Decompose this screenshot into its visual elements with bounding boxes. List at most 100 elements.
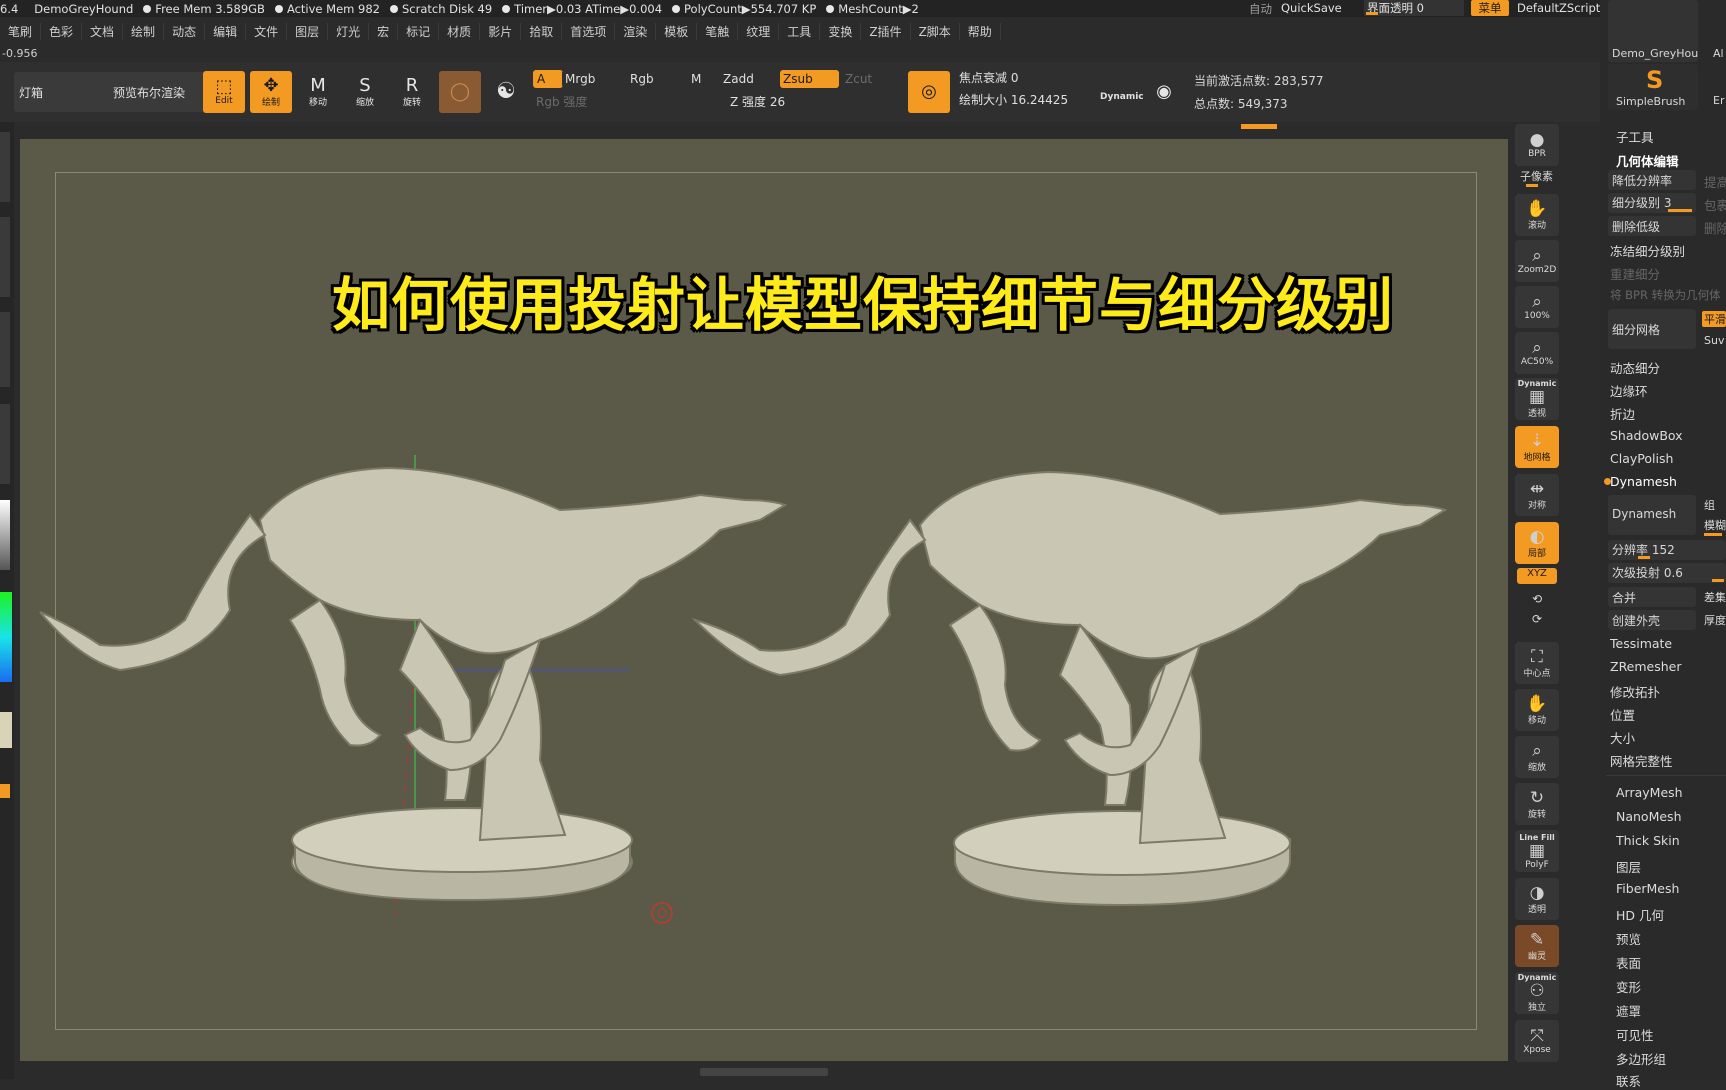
dog-hind-leg bbox=[288, 598, 382, 747]
xpose-icon: ⤧ bbox=[1530, 1026, 1544, 1046]
scale-view-button[interactable]: ⌕ 缩放 bbox=[1515, 736, 1559, 778]
fibermesh-header[interactable]: FiberMesh bbox=[1616, 881, 1679, 896]
higher-res-button[interactable]: 提高 bbox=[1704, 172, 1726, 191]
modify-topology-header[interactable]: 修改拓扑 bbox=[1610, 682, 1660, 701]
preview-header[interactable]: 预览 bbox=[1616, 929, 1641, 948]
polyframe-button[interactable]: Line Fill ▦ PolyF bbox=[1515, 830, 1559, 872]
transparent-icon: ◑ bbox=[1529, 882, 1545, 903]
panel-divider bbox=[1606, 775, 1726, 776]
tessimate-header[interactable]: Tessimate bbox=[1610, 636, 1672, 651]
add-button[interactable]: 合并 bbox=[1608, 587, 1696, 607]
symmetry-icon: ⇹ bbox=[1529, 478, 1545, 499]
greyhound-model-right[interactable] bbox=[691, 470, 1448, 907]
cage-button[interactable]: 包裹 bbox=[1704, 195, 1726, 214]
blur-slider[interactable]: 模糊 bbox=[1704, 517, 1726, 533]
dynamesh-header[interactable]: Dynamesh bbox=[1610, 474, 1677, 489]
cursor-ring-icon bbox=[651, 902, 673, 924]
zoom-icon: ⌕ bbox=[1532, 338, 1542, 358]
tool-thumb-simplebrush[interactable]: S SimpleBrush bbox=[1608, 64, 1698, 110]
size-header[interactable]: 大小 bbox=[1610, 728, 1635, 747]
tool-thumb-greyhound[interactable]: Demo_GreyHou bbox=[1608, 0, 1698, 62]
arraymesh-header[interactable]: ArrayMesh bbox=[1616, 785, 1683, 800]
subtool-header[interactable]: 子工具 bbox=[1616, 127, 1654, 146]
geometry-header[interactable]: 几何体编辑 bbox=[1616, 151, 1679, 170]
base-top bbox=[291, 807, 633, 873]
contact-header[interactable]: 联系 bbox=[1616, 1071, 1641, 1090]
blur-knob[interactable] bbox=[1704, 533, 1722, 536]
thickskin-header[interactable]: Thick Skin bbox=[1616, 833, 1680, 848]
nanomesh-header[interactable]: NanoMesh bbox=[1616, 809, 1682, 824]
spix-label[interactable]: 子像素 bbox=[1520, 168, 1553, 184]
simplebrush-icon: S bbox=[1646, 66, 1664, 94]
floor-icon: ⇣ bbox=[1529, 430, 1545, 451]
masking-header[interactable]: 遮罩 bbox=[1616, 1001, 1641, 1020]
surface-header[interactable]: 表面 bbox=[1616, 953, 1641, 972]
hd-geometry-header[interactable]: HD 几何 bbox=[1616, 905, 1664, 924]
xyz-toggle[interactable]: XYZ bbox=[1517, 568, 1557, 584]
divide-button[interactable]: 细分网格 bbox=[1608, 309, 1696, 349]
delete-higher-button[interactable]: 删除 bbox=[1704, 218, 1726, 237]
mesh-integrity-header[interactable]: 网格完整性 bbox=[1610, 751, 1673, 770]
sdiv-slider[interactable]: 细分级别 3 bbox=[1608, 193, 1696, 213]
bpr-button[interactable]: ● BPR bbox=[1515, 124, 1559, 166]
resolution-slider[interactable]: 分辨率 152 bbox=[1608, 540, 1726, 560]
rotate-y-icon[interactable]: ⟲ bbox=[1532, 592, 1542, 606]
dog-tail bbox=[691, 518, 927, 677]
local-symmetry-button[interactable]: ◐ 局部 bbox=[1515, 522, 1559, 564]
spix-slider[interactable] bbox=[1526, 184, 1538, 187]
zremesher-header[interactable]: ZRemesher bbox=[1610, 659, 1682, 674]
ghost-button[interactable]: ✎ 幽灵 bbox=[1515, 925, 1559, 967]
subproject-slider[interactable]: 次级投射 0.6 bbox=[1608, 563, 1726, 583]
zoom2d-button[interactable]: ⌕ Zoom2D bbox=[1515, 240, 1559, 282]
edge-loop-header[interactable]: 边缘环 bbox=[1610, 381, 1648, 400]
smooth-toggle[interactable]: 平滑 bbox=[1702, 311, 1726, 327]
solo-button[interactable]: Dynamic ⚇ 独立 bbox=[1515, 972, 1559, 1014]
position-header[interactable]: 位置 bbox=[1610, 705, 1635, 724]
symmetry-button[interactable]: ⇹ 对称 bbox=[1515, 474, 1559, 516]
transparency-button[interactable]: ◑ 透明 bbox=[1515, 878, 1559, 920]
right-shelf: ● BPR 子像素 ✋ 滚动 ⌕ Zoom2D ⌕ 100% ⌕ AC50% Dynami… bbox=[1510, 122, 1572, 1079]
actual-size-button[interactable]: ⌕ 100% bbox=[1515, 286, 1559, 328]
suv-toggle[interactable]: Suv bbox=[1704, 334, 1724, 347]
lower-res-button[interactable]: 降低分辨率 bbox=[1608, 170, 1696, 190]
group-toggle[interactable]: 组 bbox=[1704, 497, 1715, 513]
rotate-view-button[interactable]: ↻ 旋转 bbox=[1515, 783, 1559, 825]
layers-header[interactable]: 图层 bbox=[1616, 857, 1641, 876]
floor-grid-button[interactable]: ⇣ 地网格 bbox=[1515, 426, 1559, 468]
shadowbox-header[interactable]: ShadowBox bbox=[1610, 428, 1683, 443]
reconstruct-subdiv-button[interactable]: 重建细分 bbox=[1610, 264, 1660, 283]
claypolish-header[interactable]: ClayPolish bbox=[1610, 451, 1673, 466]
sub-button[interactable]: 差集 bbox=[1704, 589, 1726, 605]
thickness-slider[interactable]: 厚度 bbox=[1704, 612, 1726, 628]
greyhound-model-left[interactable] bbox=[39, 466, 788, 902]
frame-button[interactable]: ⛶ 中心点 bbox=[1515, 642, 1559, 684]
polygroups-header[interactable]: 多边形组 bbox=[1616, 1049, 1666, 1068]
zoom-icon: ⌕ bbox=[1532, 246, 1542, 266]
move-view-button[interactable]: ✋ 移动 bbox=[1515, 689, 1559, 731]
create-shell-button[interactable]: 创建外壳 bbox=[1608, 610, 1696, 630]
freeze-subdiv-button[interactable]: 冻结细分级别 bbox=[1610, 241, 1685, 260]
dynamesh-button[interactable]: Dynamesh bbox=[1608, 495, 1696, 535]
xpose-button[interactable]: ⤧ Xpose bbox=[1515, 1020, 1559, 1062]
rotate-z-icon[interactable]: ⟳ bbox=[1532, 612, 1542, 626]
delete-lower-button[interactable]: 删除低级 bbox=[1608, 216, 1696, 236]
dog-hind-leg bbox=[948, 603, 1042, 752]
half-size-button[interactable]: ⌕ AC50% bbox=[1515, 332, 1559, 374]
dynamic-subdiv-header[interactable]: 动态细分 bbox=[1610, 358, 1660, 377]
perspective-button[interactable]: Dynamic ▦ 透视 bbox=[1515, 378, 1559, 420]
dog-tail bbox=[39, 513, 267, 672]
tool-palette: Demo_GreyHou Al S SimpleBrush Er 子工具 几何体… bbox=[1600, 0, 1726, 1089]
bpr-to-geo-button[interactable]: 将 BPR 转换为几何体 bbox=[1610, 287, 1721, 303]
visibility-header[interactable]: 可见性 bbox=[1616, 1025, 1654, 1044]
tool-thumb-eraser[interactable]: Er bbox=[1713, 94, 1724, 107]
cursor-dot-icon bbox=[657, 908, 667, 918]
video-title: 如何使用投射让模型保持细节与细分级别 bbox=[331, 271, 1394, 339]
deformation-header[interactable]: 变形 bbox=[1616, 977, 1641, 996]
local-icon: ◐ bbox=[1529, 526, 1545, 547]
viewport-overlay bbox=[39, 455, 1448, 924]
tool-thumb-alpha[interactable]: Al bbox=[1713, 47, 1724, 60]
grid-icon: ▦ bbox=[1528, 387, 1546, 407]
crease-header[interactable]: 折边 bbox=[1610, 404, 1635, 423]
bottom-scroll-handle[interactable] bbox=[700, 1068, 828, 1076]
scroll-button[interactable]: ✋ 滚动 bbox=[1515, 194, 1559, 236]
